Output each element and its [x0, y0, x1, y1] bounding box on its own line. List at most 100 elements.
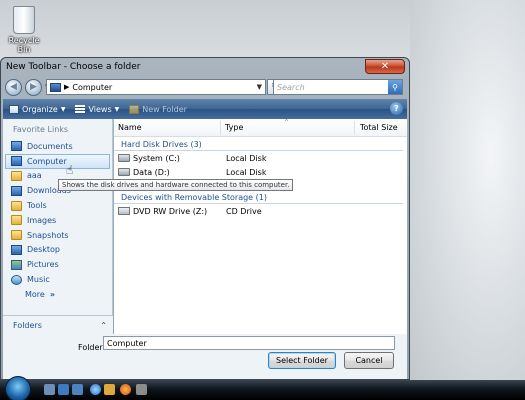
music-icon [11, 274, 22, 285]
sidebar-item-desktop[interactable]: Desktop [3, 243, 112, 258]
app-icon[interactable] [136, 384, 147, 395]
folder-icon [11, 170, 22, 181]
folder-field[interactable]: Computer [103, 336, 395, 350]
folder-icon [11, 200, 22, 211]
item-name: DVD RW Drive (Z:) [133, 206, 208, 216]
group-label: Devices with Removable Storage (1) [121, 192, 267, 202]
item-name: System (C:) [133, 153, 180, 163]
documents-icon [11, 141, 22, 152]
command-toolbar: Organize ▼ Views ▼ New Folder ? [3, 99, 407, 119]
navigation-pane: Favorite Links Documents Computer aaa Do… [3, 119, 113, 334]
computer-icon [50, 82, 61, 92]
title-bar[interactable]: New Toolbar - Choose a folder ✕ [1, 58, 409, 76]
column-separator[interactable] [220, 121, 221, 135]
sidebar-item-label: Tools [27, 201, 47, 211]
computer-icon [11, 156, 22, 167]
sidebar-item-computer[interactable]: Computer [5, 153, 110, 169]
hard-drive-icon [118, 168, 130, 176]
sidebar-item-label: Desktop [27, 245, 60, 255]
folder-icon[interactable] [104, 384, 115, 395]
sidebar-item-documents[interactable]: Documents [3, 139, 112, 154]
item-type: Local Disk [226, 153, 267, 163]
taskbar [0, 376, 525, 400]
views-button[interactable]: Views ▼ [75, 104, 120, 114]
sidebar-item-label: aaa [27, 171, 42, 181]
file-list: Name ^ Type Total Size Hard Disk Drives … [114, 119, 407, 334]
hand-cursor-icon: ☝ [66, 163, 74, 177]
select-folder-button[interactable]: Select Folder [268, 352, 336, 369]
chevron-up-icon: ⌃ [100, 321, 107, 330]
desktop-background [410, 0, 525, 385]
firefox-icon[interactable] [120, 384, 131, 395]
sidebar-item-tools[interactable]: Tools [3, 198, 112, 213]
sidebar-item-pictures[interactable]: Pictures [3, 257, 112, 272]
search-icon[interactable]: ⚲ [388, 80, 402, 94]
favorite-links-title: Favorite Links [13, 125, 69, 134]
organize-icon [9, 104, 19, 114]
folders-toggle[interactable]: Folders ⌃ [3, 315, 113, 335]
organize-button[interactable]: Organize ▼ [9, 104, 66, 114]
column-separator[interactable] [354, 121, 355, 135]
column-header-row: Name ^ Type Total Size [114, 119, 407, 137]
sidebar-item-label: More [25, 289, 45, 299]
new-folder-icon [129, 104, 140, 114]
item-name: Data (D:) [133, 167, 170, 177]
list-item[interactable]: System (C:) Local Disk [114, 151, 407, 165]
forward-button[interactable]: ▶ [25, 78, 42, 96]
organize-dropdown-icon: ▼ [60, 105, 66, 113]
recycle-bin[interactable]: Recycle Bin [4, 6, 44, 54]
folder-icon [11, 215, 22, 226]
list-item[interactable]: Data (D:) Local Disk [114, 165, 407, 179]
desktop-icon [11, 244, 22, 255]
sidebar-item-music[interactable]: Music [3, 272, 112, 287]
show-desktop-icon[interactable] [44, 384, 55, 395]
column-header-name[interactable]: Name [118, 123, 142, 132]
list-item[interactable]: DVD RW Drive (Z:) CD Drive [114, 204, 407, 218]
sidebar-item-label: Snapshots [27, 230, 69, 240]
sidebar-item-more[interactable]: More » [3, 287, 112, 302]
sidebar-item-snapshots[interactable]: Snapshots [3, 228, 112, 243]
views-icon [75, 104, 86, 114]
recycle-bin-icon [13, 6, 35, 34]
help-button[interactable]: ? [390, 102, 403, 115]
sidebar-item-label: Documents [27, 141, 73, 151]
item-type: Local Disk [226, 167, 267, 177]
views-label: Views [88, 104, 112, 114]
address-dropdown-icon[interactable]: ▼ [257, 83, 262, 91]
group-header-removable-storage[interactable]: Devices with Removable Storage (1) [114, 190, 407, 204]
sidebar-item-images[interactable]: Images [3, 213, 112, 228]
sidebar-item-label: Computer [27, 156, 67, 166]
new-folder-button[interactable]: New Folder [129, 104, 187, 114]
folder-label: Folder: [78, 343, 106, 352]
sidebar-item-label: Music [27, 275, 50, 285]
window-title: New Toolbar - Choose a folder [6, 62, 141, 72]
quick-launch-icon[interactable] [72, 384, 83, 395]
views-dropdown-icon: ▼ [114, 105, 120, 113]
sidebar-item-label: Pictures [27, 260, 59, 270]
close-button[interactable]: ✕ [365, 59, 405, 74]
sidebar-item-label: Images [27, 215, 57, 225]
address-bar[interactable]: ▶ Computer ▼ [46, 79, 266, 95]
cancel-button[interactable]: Cancel [344, 352, 394, 369]
address-text: Computer [72, 82, 113, 92]
breadcrumb-chevron-icon[interactable]: ▶ [64, 83, 69, 91]
organize-label: Organize [22, 104, 58, 114]
start-button[interactable] [5, 376, 31, 400]
sort-up-icon: ^ [284, 119, 290, 126]
search-box[interactable]: Search ⚲ [273, 79, 403, 95]
hard-drive-icon [118, 154, 130, 162]
chevron-right-icon: » [49, 289, 56, 299]
new-folder-label: New Folder [142, 104, 187, 114]
back-button[interactable]: ◀ [5, 78, 22, 96]
column-header-type[interactable]: Type [225, 123, 243, 132]
item-type: CD Drive [226, 206, 262, 216]
internet-explorer-icon[interactable] [90, 384, 101, 395]
group-header-hard-disk-drives[interactable]: Hard Disk Drives (3) [114, 137, 407, 151]
search-input[interactable]: Search [277, 83, 388, 92]
column-header-total-size[interactable]: Total Size [360, 123, 398, 132]
choose-folder-dialog: New Toolbar - Choose a folder ✕ ◀ ▶ ▼ ▶ … [0, 57, 410, 380]
downloads-icon [11, 185, 22, 196]
switch-windows-icon[interactable] [58, 384, 69, 395]
dvd-drive-icon [118, 207, 130, 215]
pictures-icon [11, 259, 22, 270]
